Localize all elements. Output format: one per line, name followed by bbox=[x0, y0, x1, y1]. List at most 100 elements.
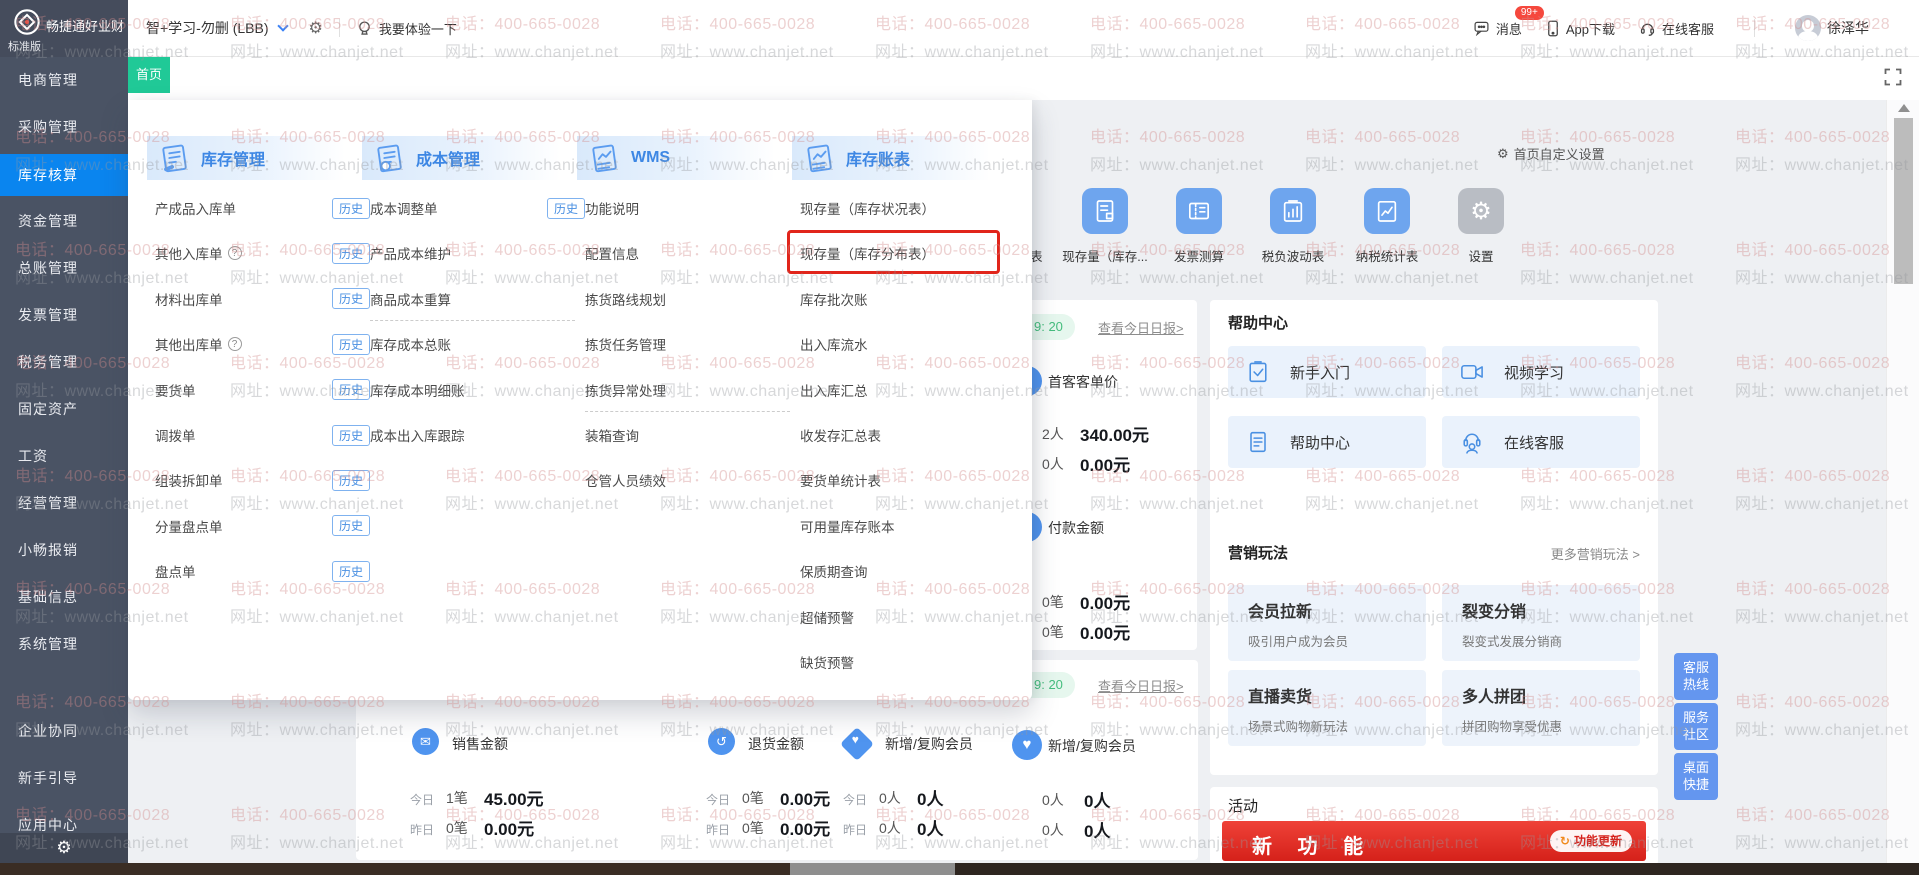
daily-report-link[interactable]: 查看今日日报> bbox=[1098, 318, 1184, 337]
sidebar-item-1[interactable]: 采购管理 bbox=[0, 107, 128, 147]
help-tile-0[interactable]: 新手入门 bbox=[1228, 346, 1426, 398]
marketing-tile-2[interactable]: 直播卖货 场景式购物新玩法 bbox=[1228, 670, 1426, 746]
history-badge[interactable]: 历史 bbox=[331, 197, 370, 219]
history-badge[interactable]: 历史 bbox=[331, 560, 370, 582]
floating-button-0[interactable]: 客服 热线 bbox=[1674, 653, 1718, 700]
shortcut-4[interactable]: ⚙ 设置 bbox=[1458, 188, 1504, 264]
history-badge[interactable]: 历史 bbox=[331, 333, 370, 355]
menu-item[interactable]: 产成品入库单 历史 bbox=[155, 196, 370, 220]
menu-item[interactable]: 分量盘点单 历史 bbox=[155, 514, 370, 538]
marketing-tile-1[interactable]: 裂变分销 裂变式发展分销商 bbox=[1442, 585, 1640, 661]
menu-item[interactable]: 成本出入库跟踪 bbox=[370, 423, 585, 447]
app-title: 畅捷通好业财 bbox=[46, 18, 125, 34]
history-badge[interactable]: 历史 bbox=[546, 197, 585, 219]
floating-button-1[interactable]: 服务 社区 bbox=[1674, 703, 1718, 750]
settings-gear-icon[interactable]: ⚙ bbox=[309, 18, 323, 38]
marketing-tile-desc: 场景式购物新玩法 bbox=[1248, 720, 1349, 734]
menu-item[interactable]: 材料出库单 历史 bbox=[155, 287, 370, 311]
menu-item[interactable]: 库存批次账 bbox=[800, 287, 1015, 311]
sidebar-item-14[interactable]: 新手引导 bbox=[0, 758, 128, 798]
help-tile-2[interactable]: 帮助中心 bbox=[1228, 416, 1426, 468]
sidebar-item-7[interactable]: 固定资产 bbox=[0, 389, 128, 429]
menu-item[interactable]: 收发存汇总表 bbox=[800, 423, 1015, 447]
menu-item[interactable]: 可用量库存账本 bbox=[800, 514, 1015, 538]
feature-update-button[interactable]: ↻ 功能更新 bbox=[1549, 830, 1632, 852]
sidebar-gear-button[interactable]: ⚙ bbox=[0, 833, 128, 863]
history-badge[interactable]: 历史 bbox=[331, 515, 370, 537]
menu-item[interactable]: 功能说明 bbox=[585, 196, 800, 220]
chevron-down-icon[interactable] bbox=[276, 20, 289, 32]
experience-button[interactable]: 我要体验一下 bbox=[356, 19, 457, 38]
sidebar-item-3[interactable]: 资金管理 bbox=[0, 201, 128, 241]
menu-item[interactable]: 拣货异常处理 bbox=[585, 378, 800, 402]
app-download-button[interactable]: App下载 bbox=[1546, 19, 1615, 38]
marketing-tile-3[interactable]: 多人拼团 拼团购物享受优惠 bbox=[1442, 670, 1640, 746]
more-marketing-link[interactable]: 更多营销玩法 > bbox=[1551, 544, 1640, 563]
menu-item[interactable]: 配置信息 bbox=[585, 241, 800, 265]
fullscreen-icon[interactable] bbox=[1883, 67, 1903, 87]
shortcut-2[interactable]: 税负波动表 bbox=[1262, 188, 1324, 264]
menu-item[interactable]: 成本调整单 历史 bbox=[370, 196, 585, 220]
homepage-customize-link[interactable]: ⚙ 首页自定义设置 bbox=[1497, 144, 1605, 163]
shortcut-0[interactable]: 现存量（库存... bbox=[1062, 188, 1148, 264]
tab-home[interactable]: 首页 bbox=[128, 57, 170, 93]
menu-item[interactable]: 拣货任务管理 bbox=[585, 332, 800, 356]
sidebar-item-9[interactable]: 经营管理 bbox=[0, 483, 128, 523]
scroll-up-arrow[interactable] bbox=[1898, 104, 1910, 112]
sidebar-item-6[interactable]: 税务管理 bbox=[0, 342, 128, 382]
new-feature-banner: 新 功 能 ↻ 功能更新 bbox=[1222, 821, 1646, 861]
menu-item[interactable]: 其他入库单? 历史 bbox=[155, 241, 370, 265]
marketing-tile-0[interactable]: 会员拉新 吸引用户成为会员 bbox=[1228, 585, 1426, 661]
history-badge[interactable]: 历史 bbox=[331, 242, 370, 264]
shortcut-3[interactable]: 纳税统计表 bbox=[1356, 188, 1418, 264]
menu-item[interactable]: 保质期查询 bbox=[800, 559, 1015, 583]
menu-item[interactable]: 拣货路线规划 bbox=[585, 287, 800, 311]
menu-item[interactable]: 现存量（库存状况表） bbox=[800, 196, 1015, 220]
menu-item[interactable]: 要货单 历史 bbox=[155, 378, 370, 402]
menu-item[interactable]: 产品成本维护 bbox=[370, 241, 585, 265]
sidebar-item-4[interactable]: 总账管理 bbox=[0, 248, 128, 288]
report-row-amount: 0.00元 bbox=[1080, 594, 1131, 613]
sidebar-item-11[interactable]: 基础信息 bbox=[0, 577, 128, 617]
menu-item[interactable]: 盘点单 历史 bbox=[155, 559, 370, 583]
menu-item-label: 库存成本总账 bbox=[370, 338, 451, 354]
menu-item[interactable]: 仓管人员绩效 bbox=[585, 468, 800, 492]
help-tile-label: 帮助中心 bbox=[1290, 434, 1351, 452]
history-badge[interactable]: 历史 bbox=[331, 288, 370, 310]
sidebar-item-13[interactable]: 企业协同 bbox=[0, 711, 128, 751]
history-badge[interactable]: 历史 bbox=[331, 469, 370, 491]
report-row-amount: 0.00元 bbox=[1080, 456, 1131, 475]
sidebar-item-5[interactable]: 发票管理 bbox=[0, 295, 128, 335]
user-menu[interactable]: 徐泽华 bbox=[1795, 15, 1869, 41]
stat-count: 0笔 bbox=[742, 790, 764, 806]
online-service-button[interactable]: 在线客服 bbox=[1639, 19, 1714, 38]
menu-item[interactable]: 缺货预警 bbox=[800, 650, 1015, 674]
menu-item[interactable]: 要货单统计表 bbox=[800, 468, 1015, 492]
daily-report-link[interactable]: 查看今日日报> bbox=[1098, 676, 1184, 695]
sidebar-item-2[interactable]: 库存核算 bbox=[0, 154, 128, 196]
help-tile-1[interactable]: 视频学习 bbox=[1442, 346, 1640, 398]
org-selector[interactable]: 智+学习-勿删 (LBB) bbox=[146, 18, 269, 38]
report-row-count: 0人 bbox=[1042, 822, 1064, 838]
menu-item[interactable]: 其他出库单? 历史 bbox=[155, 332, 370, 356]
menu-item[interactable]: 出入库汇总 bbox=[800, 378, 1015, 402]
shortcut-1[interactable]: 发票测算 bbox=[1174, 188, 1224, 264]
floating-button-2[interactable]: 桌面 快捷 bbox=[1674, 753, 1718, 800]
menu-item[interactable]: 库存成本明细账 bbox=[370, 378, 585, 402]
help-tile-3[interactable]: 在线客服 bbox=[1442, 416, 1640, 468]
scrollbar-thumb[interactable] bbox=[1894, 118, 1913, 284]
menu-item[interactable]: 装箱查询 bbox=[585, 423, 800, 447]
sidebar-item-12[interactable]: 系统管理 bbox=[0, 624, 128, 664]
menu-item[interactable]: 组装拆卸单 历史 bbox=[155, 468, 370, 492]
menu-item[interactable]: 商品成本重算 bbox=[370, 287, 585, 311]
history-badge[interactable]: 历史 bbox=[331, 379, 370, 401]
menu-item[interactable]: 出入库流水 bbox=[800, 332, 1015, 356]
sidebar-item-8[interactable]: 工资 bbox=[0, 436, 128, 476]
sidebar-item-10[interactable]: 小畅报销 bbox=[0, 530, 128, 570]
menu-item[interactable]: 库存成本总账 bbox=[370, 332, 585, 356]
menu-item[interactable]: 调拨单 历史 bbox=[155, 423, 370, 447]
sidebar-item-0[interactable]: 电商管理 bbox=[0, 60, 128, 100]
menu-item[interactable]: 超储预警 bbox=[800, 605, 1015, 629]
history-badge[interactable]: 历史 bbox=[331, 424, 370, 446]
messages-button[interactable]: 消息 99+ bbox=[1473, 5, 1544, 38]
